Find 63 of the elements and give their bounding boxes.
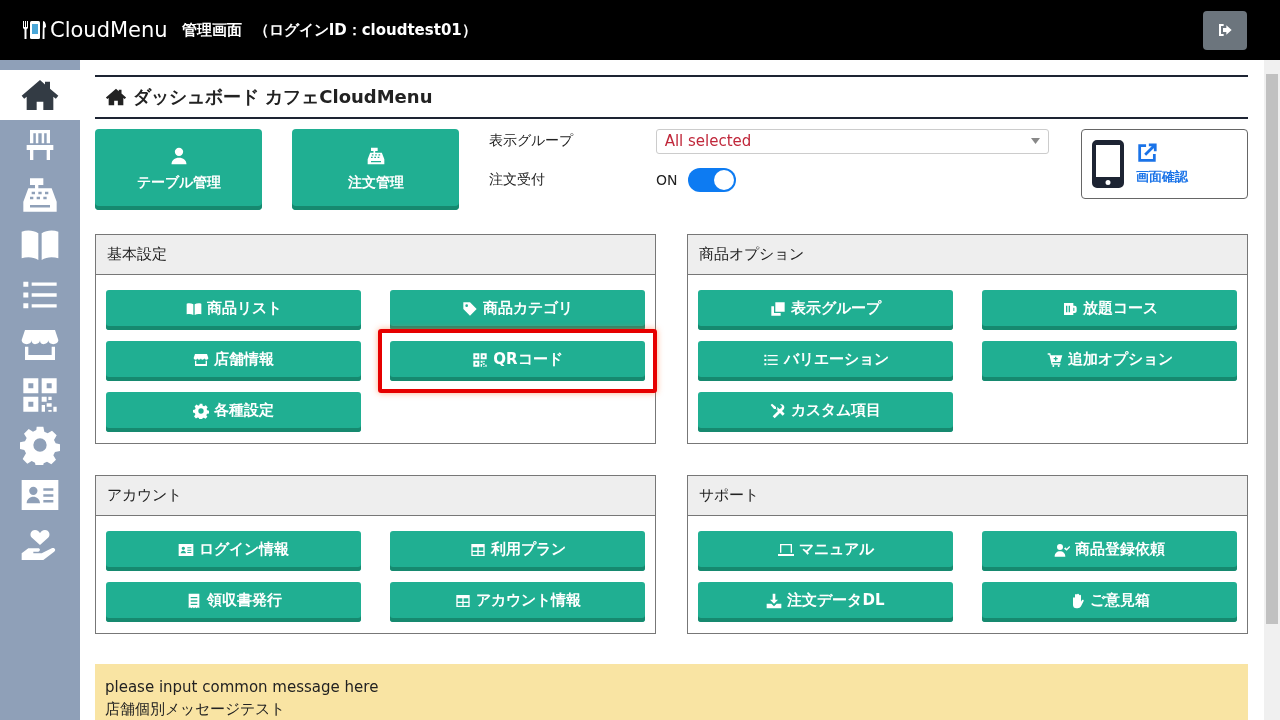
menu-button[interactable]: ご意見箱 [982, 582, 1237, 622]
logout-button[interactable] [1203, 10, 1247, 50]
mug-icon [1061, 300, 1078, 317]
copy-icon [770, 300, 786, 317]
login-id: （ログインID：cloudtest01） [253, 20, 477, 40]
header-title: 管理画面 [181, 20, 242, 40]
table-icon [454, 592, 471, 609]
book-icon [185, 300, 202, 317]
logo-icon [22, 19, 48, 41]
toggle-switch[interactable] [687, 167, 736, 192]
external-link-icon [1136, 141, 1158, 164]
sign-out-icon [1217, 22, 1233, 38]
download-icon [766, 592, 783, 609]
tag-icon [462, 300, 478, 317]
message-text: please input common message here [105, 677, 380, 698]
menu-button[interactable]: 放題コース [982, 290, 1237, 330]
qr-code-icon [472, 351, 489, 368]
laptop-icon [777, 541, 794, 558]
message-text: 店舗個別メッセージテスト [105, 699, 286, 720]
store-icon [193, 351, 209, 368]
quick-button[interactable]: 注文管理 [292, 128, 459, 210]
table-icon [469, 541, 486, 558]
menu-button[interactable]: マニュアル [698, 531, 953, 571]
preview-card[interactable]: 画面確認 [1081, 128, 1248, 199]
settings-icon [193, 402, 209, 419]
menu-button[interactable]: カスタム項目 [698, 392, 953, 432]
page-title: ダッシュボード カフェCloudMenu [133, 84, 433, 109]
cart-plus-icon [1046, 351, 1063, 368]
id-card-icon [178, 541, 194, 558]
menu-button[interactable]: 商品カテゴリ [390, 290, 645, 330]
panel-header: サポート [688, 476, 1247, 516]
menu-button[interactable]: 追加オプション [982, 341, 1237, 381]
menu-button[interactable]: 店舗情報 [106, 341, 361, 381]
panel-header: アカウント [96, 476, 655, 516]
menu-button[interactable]: 商品リスト [106, 290, 361, 330]
menu-button[interactable]: 各種設定 [106, 392, 361, 432]
menu-button[interactable]: バリエーション [698, 341, 953, 381]
settings-icon [20, 425, 60, 465]
caret-icon [1031, 138, 1040, 145]
toggle-state: ON [656, 171, 678, 188]
group-select[interactable]: All selected [655, 128, 1049, 154]
menu-button[interactable]: 商品登録依頼 [982, 531, 1237, 571]
menu-button[interactable]: 利用プラン [390, 531, 645, 571]
user-check-icon [1054, 541, 1070, 558]
quick-button[interactable]: テーブル管理 [95, 128, 262, 210]
preview-link[interactable]: 画面確認 [1136, 167, 1188, 186]
menu-button[interactable]: 表示グループ [698, 290, 953, 330]
cash-register-icon [365, 146, 386, 167]
field-label: 表示グループ [489, 132, 575, 151]
sidebar-item[interactable] [0, 70, 80, 120]
menu-button[interactable]: ログイン情報 [106, 531, 361, 571]
qr-code-icon [20, 375, 60, 415]
panel-header: 基本設定 [96, 235, 655, 275]
phone-icon [1092, 139, 1124, 188]
panel-header: 商品オプション [688, 235, 1247, 275]
menu-button[interactable]: QRコード [390, 341, 645, 381]
menu-button[interactable]: アカウント情報 [390, 582, 645, 622]
field-label: 注文受付 [489, 170, 546, 189]
logo-text: CloudMenu [50, 18, 168, 42]
menu-button[interactable]: 領収書発行 [106, 582, 361, 622]
menu-button[interactable]: 注文データDL [698, 582, 953, 622]
cash-register-icon [20, 175, 60, 215]
tools-icon [770, 402, 786, 419]
